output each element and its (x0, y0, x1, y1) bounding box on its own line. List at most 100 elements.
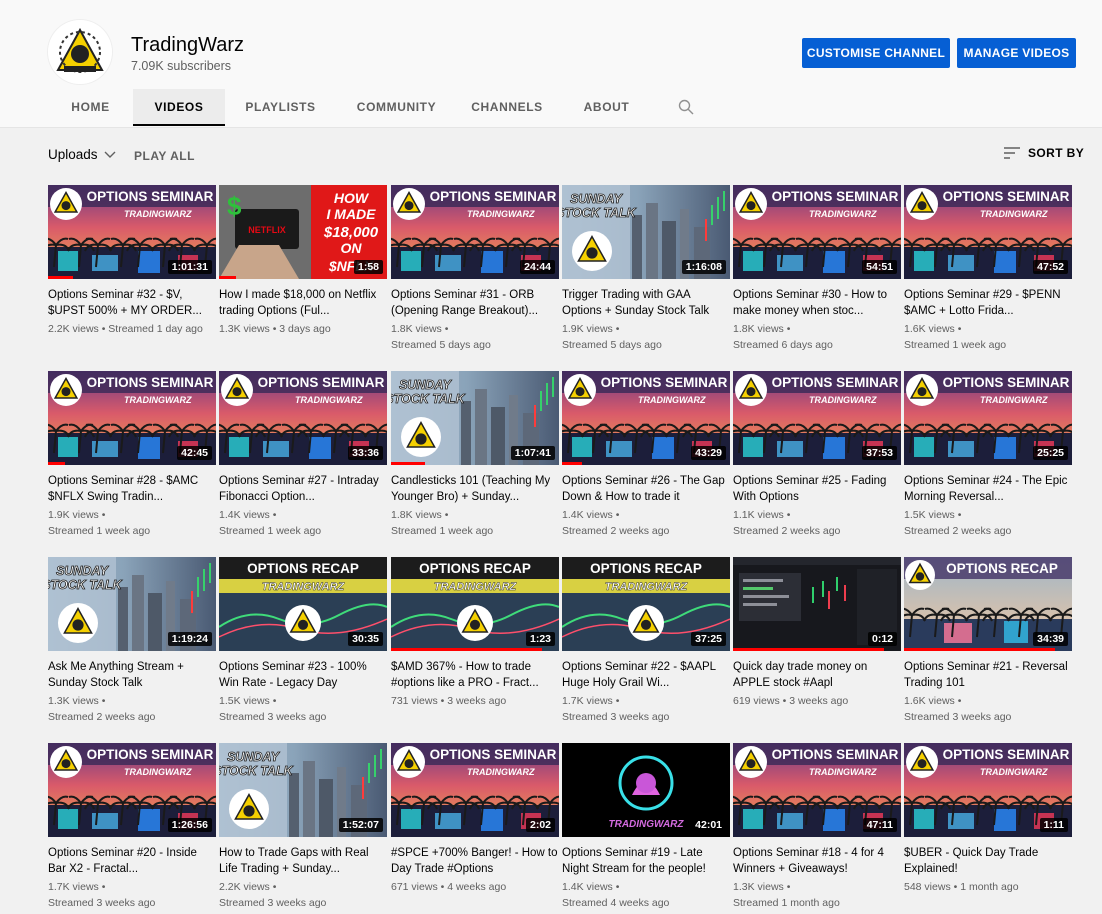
video-thumbnail[interactable]: 0:12 (733, 557, 901, 651)
uploads-dropdown[interactable]: Uploads (48, 147, 116, 162)
video-title[interactable]: Candlesticks 101 (Teaching My Younger Br… (391, 473, 559, 505)
video-title[interactable]: Options Seminar #25 - Fading With Option… (733, 473, 901, 505)
video-thumbnail[interactable]: OPTIONS SEMINAR TRADINGWARZ 43:29 (562, 371, 730, 465)
video-duration: 47:52 (1033, 260, 1068, 274)
sort-by-button[interactable]: SORT BY (1004, 146, 1084, 160)
video-card[interactable]: OPTIONS SEMINAR TRADINGWARZ 37:53 Options… (733, 371, 901, 539)
video-metadata: 1.1K views • (733, 509, 791, 521)
video-card[interactable]: OPTIONS SEMINAR TRADINGWARZ 42:45 Options… (48, 371, 216, 539)
video-thumbnail[interactable]: OPTIONS SEMINAR TRADINGWARZ 33:36 (219, 371, 387, 465)
video-card[interactable]: OPTIONS RECAP TRADINGWARZ 37:25 Options S… (562, 557, 730, 725)
video-stream-date: Streamed 6 days ago (733, 339, 833, 351)
video-card[interactable]: SUNDAY STOCK TALK 1:19:24 Ask Me Anything… (48, 557, 216, 725)
video-thumbnail[interactable]: OPTIONS RECAP TRADINGWARZ 37:25 (562, 557, 730, 651)
svg-text:TRADINGWARZ: TRADINGWARZ (124, 395, 192, 405)
video-title[interactable]: Options Seminar #28 - $AMC $NFLX Swing T… (48, 473, 216, 505)
video-card[interactable]: OPTIONS SEMINAR TRADINGWARZ 2:02 #SPCE +7… (391, 743, 559, 895)
video-card[interactable]: OPTIONS SEMINAR TRADINGWARZ 1:26:56 Optio… (48, 743, 216, 911)
channel-search-button[interactable] (656, 89, 716, 125)
video-card[interactable]: OPTIONS SEMINAR TRADINGWARZ 25:25 Options… (904, 371, 1072, 539)
channel-avatar[interactable] (48, 20, 112, 84)
video-title[interactable]: Options Seminar #26 - The Gap Down & How… (562, 473, 730, 505)
manage-videos-button[interactable]: MANAGE VIDEOS (957, 38, 1076, 68)
video-card[interactable]: OPTIONS SEMINAR TRADINGWARZ 43:29 Options… (562, 371, 730, 539)
video-metadata: 1.4K views • (562, 881, 620, 893)
video-title[interactable]: Options Seminar #24 - The Epic Morning R… (904, 473, 1072, 505)
play-all-button[interactable]: PLAY ALL (134, 149, 195, 163)
video-title[interactable]: Options Seminar #32 - $V, $UPST 500% + M… (48, 287, 216, 319)
video-title[interactable]: How to Trade Gaps with Real Life Trading… (219, 845, 387, 877)
video-card[interactable]: OPTIONS SEMINAR TRADINGWARZ 47:11 Options… (733, 743, 901, 911)
tab-about[interactable]: ABOUT (557, 89, 656, 125)
video-duration: 1:58 (353, 260, 383, 274)
video-duration: 1:23 (525, 632, 555, 646)
video-thumbnail[interactable]: OPTIONS SEMINAR TRADINGWARZ 24:44 (391, 185, 559, 279)
video-title[interactable]: Trigger Trading with GAA Options + Sunda… (562, 287, 730, 319)
video-metadata: 671 views • 4 weeks ago (391, 881, 507, 893)
video-thumbnail[interactable]: NETFLIX $ HOW I MADE $18,000 ON $NFLX 1:5… (219, 185, 387, 279)
watch-progress-bar (391, 462, 425, 465)
video-title[interactable]: Options Seminar #21 - Reversal Trading 1… (904, 659, 1072, 691)
video-thumbnail[interactable]: OPTIONS SEMINAR TRADINGWARZ 42:45 (48, 371, 216, 465)
video-card[interactable]: OPTIONS RECAP TRADINGWARZ 30:35 Options S… (219, 557, 387, 725)
customise-channel-button[interactable]: CUSTOMISE CHANNEL (802, 38, 950, 68)
tab-community[interactable]: COMMUNITY (336, 89, 457, 125)
video-card[interactable]: SUNDAY STOCK TALK 1:16:08 Trigger Trading… (562, 185, 730, 353)
video-thumbnail[interactable]: OPTIONS SEMINAR TRADINGWARZ 47:11 (733, 743, 901, 837)
video-thumbnail[interactable]: OPTIONS RECAP 34:39 (904, 557, 1072, 651)
video-thumbnail[interactable]: SUNDAY STOCK TALK 1:16:08 (562, 185, 730, 279)
video-title[interactable]: Ask Me Anything Stream + Sunday Stock Ta… (48, 659, 216, 691)
video-card[interactable]: OPTIONS SEMINAR TRADINGWARZ 1:11 $UBER - … (904, 743, 1072, 895)
video-thumbnail[interactable]: OPTIONS SEMINAR TRADINGWARZ 1:01:31 (48, 185, 216, 279)
video-thumbnail[interactable]: SUNDAY STOCK TALK 1:07:41 (391, 371, 559, 465)
video-title[interactable]: Options Seminar #20 - Inside Bar X2 - Fr… (48, 845, 216, 877)
video-title[interactable]: Options Seminar #19 - Late Night Stream … (562, 845, 730, 877)
video-thumbnail[interactable]: OPTIONS SEMINAR TRADINGWARZ 1:26:56 (48, 743, 216, 837)
tab-playlists[interactable]: PLAYLISTS (225, 89, 336, 125)
svg-text:OPTIONS SEMINAR: OPTIONS SEMINAR (87, 189, 214, 204)
video-thumbnail[interactable]: OPTIONS SEMINAR TRADINGWARZ 37:53 (733, 371, 901, 465)
tab-home[interactable]: HOME (48, 89, 133, 125)
video-thumbnail[interactable]: SUNDAY STOCK TALK 1:19:24 (48, 557, 216, 651)
video-card[interactable]: OPTIONS SEMINAR TRADINGWARZ 1:01:31 Optio… (48, 185, 216, 337)
video-thumbnail[interactable]: SUNDAY STOCK TALK 1:52:07 (219, 743, 387, 837)
video-title[interactable]: Options Seminar #23 - 100% Win Rate - Le… (219, 659, 387, 691)
video-thumbnail[interactable]: OPTIONS SEMINAR TRADINGWARZ 47:52 (904, 185, 1072, 279)
video-title[interactable]: Options Seminar #18 - 4 for 4 Winners + … (733, 845, 901, 877)
video-title[interactable]: $AMD 367% - How to trade #options like a… (391, 659, 559, 691)
video-thumbnail[interactable]: TRADINGWARZ 42:01 (562, 743, 730, 837)
tab-channels[interactable]: CHANNELS (457, 89, 557, 125)
video-thumbnail[interactable]: OPTIONS SEMINAR TRADINGWARZ 25:25 (904, 371, 1072, 465)
tab-videos[interactable]: VIDEOS (133, 89, 225, 126)
video-card[interactable]: SUNDAY STOCK TALK 1:52:07 How to Trade Ga… (219, 743, 387, 911)
video-card[interactable]: OPTIONS SEMINAR TRADINGWARZ 33:36 Options… (219, 371, 387, 539)
video-card[interactable]: OPTIONS RECAP TRADINGWARZ 1:23 $AMD 367% … (391, 557, 559, 709)
video-card[interactable]: OPTIONS SEMINAR TRADINGWARZ 54:51 Options… (733, 185, 901, 353)
video-thumbnail[interactable]: OPTIONS RECAP TRADINGWARZ 30:35 (219, 557, 387, 651)
video-thumbnail[interactable]: OPTIONS SEMINAR TRADINGWARZ 2:02 (391, 743, 559, 837)
video-title[interactable]: Options Seminar #29 - $PENN $AMC + Lotto… (904, 287, 1072, 319)
video-card[interactable]: OPTIONS RECAP 34:39 Options Seminar #21 -… (904, 557, 1072, 725)
video-card[interactable]: OPTIONS SEMINAR TRADINGWARZ 47:52 Options… (904, 185, 1072, 353)
video-metadata: 2.2K views • (219, 881, 277, 893)
svg-text:OPTIONS SEMINAR: OPTIONS SEMINAR (430, 747, 557, 762)
video-card[interactable]: NETFLIX $ HOW I MADE $18,000 ON $NFLX 1:5… (219, 185, 387, 337)
video-card[interactable]: OPTIONS SEMINAR TRADINGWARZ 24:44 Options… (391, 185, 559, 353)
video-thumbnail[interactable]: OPTIONS SEMINAR TRADINGWARZ 54:51 (733, 185, 901, 279)
video-title[interactable]: $UBER - Quick Day Trade Explained! (904, 845, 1072, 877)
video-title[interactable]: Options Seminar #27 - Intraday Fibonacci… (219, 473, 387, 505)
watch-progress-bar (391, 648, 543, 651)
video-card[interactable]: SUNDAY STOCK TALK 1:07:41 Candlesticks 10… (391, 371, 559, 539)
video-title[interactable]: Options Seminar #30 - How to make money … (733, 287, 901, 319)
video-title[interactable]: How I made $18,000 on Netflix trading Op… (219, 287, 387, 319)
video-thumbnail[interactable]: OPTIONS SEMINAR TRADINGWARZ 1:11 (904, 743, 1072, 837)
channel-tabs: HOME VIDEOS PLAYLISTS COMMUNITY CHANNELS… (48, 89, 716, 127)
video-card[interactable]: 0:12 Quick day trade money on APPLE stock… (733, 557, 901, 709)
video-thumbnail[interactable]: OPTIONS RECAP TRADINGWARZ 1:23 (391, 557, 559, 651)
video-duration: 24:44 (520, 260, 555, 274)
video-title[interactable]: Options Seminar #22 - $AAPL Huge Holy Gr… (562, 659, 730, 691)
video-card[interactable]: TRADINGWARZ 42:01 Options Seminar #19 - La… (562, 743, 730, 911)
video-title[interactable]: #SPCE +700% Banger! - How to Day Trade #… (391, 845, 559, 877)
video-title[interactable]: Options Seminar #31 - ORB (Opening Range… (391, 287, 559, 319)
video-title[interactable]: Quick day trade money on APPLE stock #Aa… (733, 659, 901, 691)
